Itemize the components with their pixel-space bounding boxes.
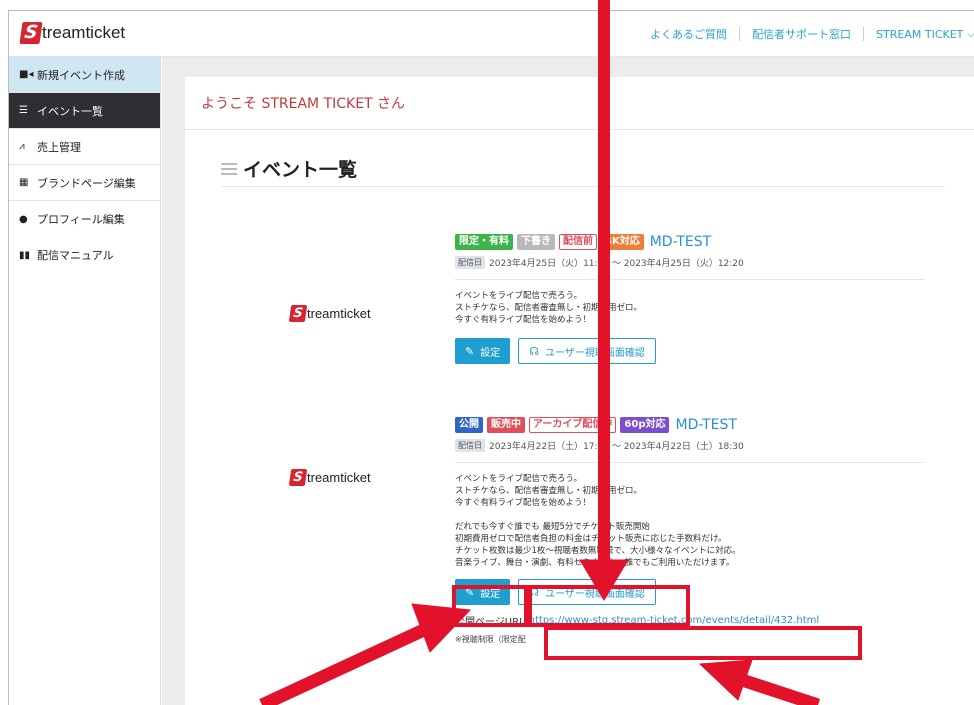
status-badge: 60p対応 [620, 417, 670, 433]
video-camera-icon: ■◂ [19, 69, 34, 80]
event-description: イベントをライブ配信で売ろう。 ストチケなら、配信者審査無し・初期費用ゼロ。 今… [455, 290, 935, 326]
header-nav: よくあるご質問 配信者サポート窓口 STREAM TICKET ⌵ [650, 26, 974, 42]
logo-mark: S [288, 469, 308, 486]
sidebar-item-label: 新規イベント作成 [37, 68, 125, 82]
description-line: 今すぐ有料ライブ配信を始めよう！ [455, 498, 592, 508]
welcome-message: ようこそ STREAM TICKET さん [201, 96, 406, 112]
highlight-box-url [544, 626, 862, 660]
pencil-icon: ✎ [465, 344, 475, 358]
event-description: イベントをライブ配信で売ろう。 ストチケなら、配信者審査無し・初期費用ゼロ。 今… [455, 473, 935, 509]
description-line: ストチケなら、配信者審査無し・初期費用ゼロ。 [455, 486, 643, 496]
sidebar-item-event-list[interactable]: ☰ イベント一覧 [9, 93, 160, 129]
description-line: イベントをライブ配信で売ろう。 [455, 474, 582, 484]
event-date-row: 配信日 2023年4月25日（火）11:20 〜 2023年4月25日（火）12… [455, 256, 935, 269]
sidebar-item-label: ブランドページ編集 [37, 176, 136, 190]
status-badge: 販売中 [487, 417, 525, 433]
status-badge: 限定・有料 [455, 234, 513, 250]
badge-row: 限定・有料 下書き 配信前 4K対応 MD-TEST [455, 234, 935, 250]
description-line: 今すぐ有料ライブ配信を始めよう！ [455, 315, 592, 325]
grid-icon: ▦ [19, 177, 29, 188]
status-badge: 配信前 [559, 234, 597, 250]
description-line: 初期費用ゼロで配信者負担の料金はチケット販売に応じた手数料だけ。 [455, 534, 727, 544]
logo-mark: S [288, 305, 308, 322]
event-card: 限定・有料 下書き 配信前 4K対応 MD-TEST 配信日 2023年4月25… [455, 234, 935, 364]
description-line: イベントをライブ配信で売ろう。 [455, 291, 582, 301]
logo-text: treamticket [42, 23, 126, 42]
divider [185, 129, 974, 130]
description-line: ストチケなら、配信者審査無し・初期費用ゼロ。 [455, 303, 643, 313]
sidebar-item-label: 売上管理 [37, 140, 81, 154]
status-badge: 下書き [517, 234, 555, 250]
event-actions: ✎ 設定 ☊ ユーザー視聴画面確認 [455, 338, 935, 364]
sidebar-item-manual[interactable]: ▮▮ 配信マニュアル [9, 237, 160, 273]
top-header: S treamticket よくあるご質問 配信者サポート窓口 STREAM T… [9, 11, 974, 57]
sidebar: ■◂ 新規イベント作成 ☰ イベント一覧 ⩘ 売上管理 ▦ ブランドページ編集 … [9, 57, 161, 705]
date-label: 配信日 [455, 439, 485, 452]
badge-row: 公開 販売中 アーカイブ配信中 60p対応 MD-TEST [455, 417, 935, 433]
event-date-row: 配信日 2023年4月22日（土）17:30 〜 2023年4月22日（土）18… [455, 439, 935, 452]
event-description-extra: だれでも今すぐ誰でも 最短5分でチケット販売開始 初期費用ゼロで配信者負担の料金… [455, 521, 935, 569]
button-label: 設定 [480, 347, 501, 359]
sidebar-item-label: プロフィール編集 [37, 213, 125, 226]
status-badge: 4K対応 [601, 234, 644, 250]
sidebar-item-label: イベント一覧 [37, 104, 103, 118]
sidebar-item-profile[interactable]: ● プロフィール編集 [9, 201, 160, 237]
chart-icon: ⩘ [19, 141, 25, 152]
event-date: 2023年4月25日（火）11:20 〜 2023年4月25日（火）12:20 [489, 259, 744, 269]
account-menu[interactable]: STREAM TICKET [876, 28, 963, 41]
user-view-button[interactable]: ☊ ユーザー視聴画面確認 [518, 338, 656, 364]
status-badge: 公開 [455, 417, 483, 433]
nav-divider [739, 27, 741, 41]
event-thumbnail[interactable]: S treamticket [288, 469, 371, 486]
event-title[interactable]: MD-TEST [675, 417, 736, 433]
status-badge: アーカイブ配信中 [529, 417, 617, 433]
logo-mark: S [19, 22, 43, 44]
settings-button[interactable]: ✎ 設定 [455, 338, 511, 364]
sidebar-item-sales[interactable]: ⩘ 売上管理 [9, 129, 160, 165]
book-icon: ▮▮ [19, 249, 31, 261]
logo-text: treamticket [307, 470, 371, 485]
support-link[interactable]: 配信者サポート窓口 [752, 26, 851, 42]
headphones-icon: ☊ [529, 344, 539, 358]
description-line: チケット枚数は最少1枚〜視聴者数無制限で、大小様々なイベントに対応。 [455, 546, 741, 556]
list-icon [221, 160, 237, 178]
event-thumbnail[interactable]: S treamticket [288, 305, 371, 322]
description-line: だれでも今すぐ誰でも 最短5分でチケット販売開始 [455, 522, 650, 532]
faq-link[interactable]: よくあるご質問 [650, 26, 727, 42]
sidebar-item-new-event[interactable]: ■◂ 新規イベント作成 [9, 57, 160, 93]
event-title[interactable]: MD-TEST [650, 234, 711, 250]
sidebar-item-label: 配信マニュアル [37, 249, 114, 262]
page-title-text: イベント一覧 [243, 159, 358, 181]
divider [455, 462, 925, 463]
chevron-down-icon[interactable]: ⌵ [967, 29, 974, 40]
description-line: 音楽ライブ、舞台・演劇、有料セミナーも。誰でもご利用いただけます。 [455, 558, 735, 568]
list-icon: ☰ [19, 105, 28, 116]
date-label: 配信日 [455, 256, 485, 269]
user-icon: ● [19, 213, 28, 225]
divider [455, 279, 925, 280]
event-date: 2023年4月22日（土）17:30 〜 2023年4月22日（土）18:30 [489, 442, 744, 452]
highlight-box-settings [452, 585, 528, 627]
app-logo[interactable]: S treamticket [19, 22, 126, 44]
sidebar-item-brand-page[interactable]: ▦ ブランドページ編集 [9, 165, 160, 201]
divider [221, 186, 945, 187]
logo-text: treamticket [307, 306, 371, 321]
nav-divider [863, 27, 865, 41]
page-title: イベント一覧 [221, 155, 357, 182]
highlight-box-user-view [528, 585, 690, 627]
button-label: ユーザー視聴画面確認 [545, 347, 645, 359]
